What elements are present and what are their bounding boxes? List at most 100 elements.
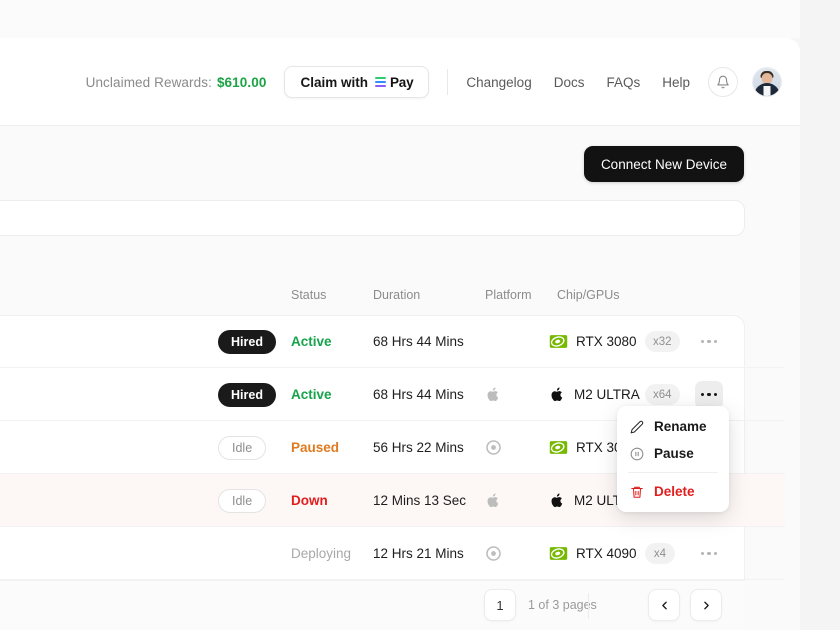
gpu-count-pill: x64 xyxy=(645,384,680,405)
duration-text: 68 Hrs 44 Mins xyxy=(373,387,464,402)
status-text: Active xyxy=(291,387,332,402)
row-actions-button[interactable] xyxy=(695,328,723,356)
row-menu-cell xyxy=(695,527,723,580)
row-platform-cell xyxy=(485,527,502,580)
duration-text: 12 Mins 13 Sec xyxy=(373,493,467,508)
chip-name: RTX 4090 xyxy=(576,546,637,561)
windows-icon xyxy=(485,333,502,350)
row-status-cell: Active xyxy=(291,315,332,368)
row-menu-cell xyxy=(695,315,723,368)
avatar[interactable] xyxy=(752,67,782,97)
table-row[interactable]: Hired Active 68 Hrs 44 Mins RTX 3080 x32 xyxy=(0,315,785,368)
row-platform-cell xyxy=(485,368,502,421)
status-text: Deploying xyxy=(291,546,352,561)
row-chip-cell: RTX 4090 xyxy=(549,527,637,580)
ellipsis-dot-icon xyxy=(707,551,711,556)
menu-item-delete[interactable]: Delete xyxy=(617,478,729,505)
duration-text: 56 Hrs 22 Mins xyxy=(373,440,464,455)
pay-logo: Pay xyxy=(374,74,414,90)
app-root: Unclaimed Rewards: $610.00 Claim with Pa… xyxy=(0,0,840,630)
row-actions-button[interactable] xyxy=(695,380,723,409)
pagination-divider xyxy=(588,593,589,619)
ellipsis-dot-icon xyxy=(701,551,705,556)
nvidia-icon xyxy=(549,547,568,560)
row-duration-cell: 68 Hrs 44 Mins xyxy=(373,368,464,421)
status-badge: Hired xyxy=(218,329,276,354)
top-strip xyxy=(0,0,840,38)
nav-changelog[interactable]: Changelog xyxy=(466,75,531,90)
apple-icon xyxy=(551,493,563,508)
gpu-count-pill: x4 xyxy=(645,543,675,564)
duration-text: 68 Hrs 44 Mins xyxy=(373,334,464,349)
action-row: Connect New Device xyxy=(0,126,800,198)
row-platform-cell xyxy=(485,421,502,474)
apple-icon xyxy=(551,387,563,402)
trash-icon xyxy=(631,486,643,498)
header-content: Unclaimed Rewards: $610.00 Claim with Pa… xyxy=(86,38,782,126)
unclaimed-rewards-label: Unclaimed Rewards: xyxy=(85,74,212,90)
header-divider xyxy=(447,69,449,95)
ellipsis-dot-icon xyxy=(713,339,717,344)
linux-icon xyxy=(486,546,501,561)
nav-docs[interactable]: Docs xyxy=(554,75,585,90)
row-platform-cell xyxy=(485,474,502,527)
row-badge-cell: Idle xyxy=(218,474,288,527)
status-badge: Idle xyxy=(218,435,267,460)
row-duration-cell: 68 Hrs 44 Mins xyxy=(373,315,464,368)
ellipsis-dot-icon xyxy=(700,392,705,397)
next-page-button[interactable] xyxy=(690,589,722,621)
status-text: Paused xyxy=(291,440,340,455)
row-duration-cell: 12 Mins 13 Sec xyxy=(373,474,466,527)
row-context-menu: Rename Pause Delete xyxy=(617,406,729,512)
row-duration-cell: 12 Hrs 21 Mins xyxy=(373,527,464,580)
ellipsis-dot-icon xyxy=(707,339,711,344)
search-filter-bar[interactable] xyxy=(0,200,745,236)
claim-with-pay-button[interactable]: Claim with Pay xyxy=(284,66,430,98)
menu-item-delete-label: Delete xyxy=(654,484,695,499)
nav-help[interactable]: Help xyxy=(662,75,690,90)
row-count-cell: x32 xyxy=(645,315,680,368)
row-duration-cell: 56 Hrs 22 Mins xyxy=(373,421,464,474)
table-header-row: Status Duration Platform Chip/GPUs xyxy=(0,288,785,315)
ellipsis-dot-icon xyxy=(713,551,717,556)
column-header-status: Status xyxy=(291,288,327,302)
status-text: Down xyxy=(291,493,328,508)
row-badge-cell: Hired xyxy=(218,368,288,421)
apple-icon xyxy=(487,387,499,402)
row-chip-cell: RTX 3080 xyxy=(549,315,637,368)
row-actions-button[interactable] xyxy=(695,540,723,568)
row-status-cell: Down xyxy=(291,474,328,527)
chevron-left-icon xyxy=(661,601,667,609)
pagination-bar: 1 of 3 pages xyxy=(0,580,745,630)
status-badge: Hired xyxy=(218,382,276,407)
avatar-shirt xyxy=(763,86,771,96)
row-status-cell: Active xyxy=(291,368,332,421)
previous-page-button[interactable] xyxy=(648,589,680,621)
bell-icon xyxy=(717,75,729,89)
pay-word: Pay xyxy=(389,74,414,90)
column-header-chip: Chip/GPUs xyxy=(557,288,620,302)
status-badge: Idle xyxy=(218,488,267,513)
pencil-icon xyxy=(630,420,644,433)
notifications-button[interactable] xyxy=(708,67,738,97)
linux-icon xyxy=(486,440,501,455)
menu-item-pause[interactable]: Pause xyxy=(617,440,729,467)
right-gutter xyxy=(800,0,840,630)
row-badge-cell xyxy=(218,527,288,580)
table-row[interactable]: Deploying 12 Hrs 21 Mins RTX 4090 x4 xyxy=(0,527,785,580)
column-header-platform: Platform xyxy=(485,288,532,302)
nvidia-icon xyxy=(549,335,568,348)
chip-name: M2 ULTRA xyxy=(574,387,640,402)
app-header: Unclaimed Rewards: $610.00 Claim with Pa… xyxy=(0,38,800,126)
menu-item-rename[interactable]: Rename xyxy=(617,413,729,440)
claim-button-label: Claim with xyxy=(300,74,368,90)
row-count-cell: x4 xyxy=(645,527,675,580)
page-info-label: 1 of 3 pages xyxy=(528,598,597,612)
menu-item-rename-label: Rename xyxy=(654,419,707,434)
nav-faqs[interactable]: FAQs xyxy=(606,75,640,90)
chip-name: RTX 3080 xyxy=(576,334,637,349)
connect-new-device-button[interactable]: Connect New Device xyxy=(583,146,744,182)
page-number-input[interactable] xyxy=(484,589,516,621)
ellipsis-dot-icon xyxy=(707,392,711,397)
row-status-cell: Paused xyxy=(291,421,339,474)
